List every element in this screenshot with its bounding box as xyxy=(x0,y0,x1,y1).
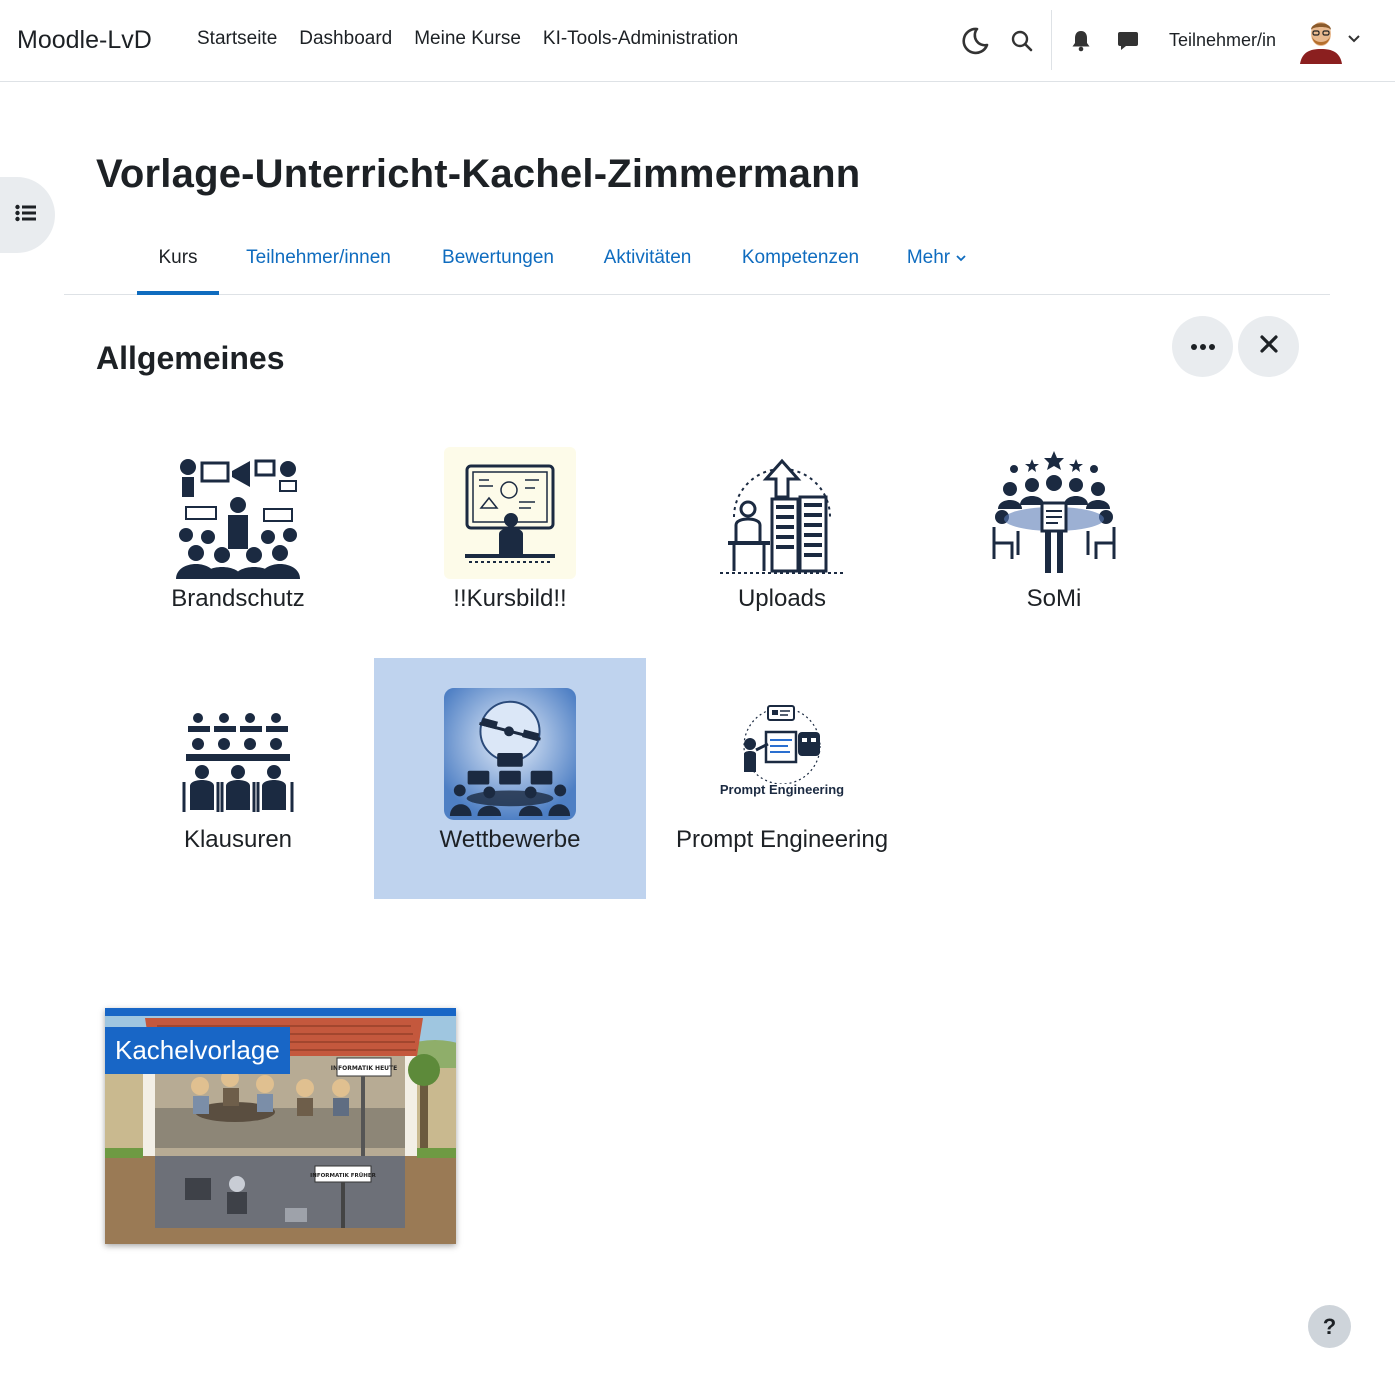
site-brand[interactable]: Moodle-LvD xyxy=(17,26,152,55)
space-competition-icon xyxy=(444,688,576,820)
notification-bell-icon[interactable] xyxy=(1064,24,1098,58)
section-close-button[interactable] xyxy=(1238,316,1299,377)
tab-bewertungen[interactable]: Bewertungen xyxy=(430,222,566,294)
audience-presentation-icon xyxy=(172,447,304,579)
page-title: Vorlage-Unterricht-Kachel-Zimmermann xyxy=(96,152,861,196)
secondary-navigation: Kurs Teilnehmer/innen Bewertungen Aktivi… xyxy=(64,222,1330,295)
tab-kompetenzen[interactable]: Kompetenzen xyxy=(729,222,872,294)
tab-kurs[interactable]: Kurs xyxy=(137,222,219,295)
ellipsis-icon xyxy=(1190,338,1216,356)
tab-mehr[interactable]: Mehr xyxy=(897,222,977,294)
navbar-divider xyxy=(1051,10,1052,70)
tile-label: Prompt Engineering xyxy=(675,826,889,853)
user-role-label: Teilnehmer/in xyxy=(1169,30,1277,50)
nav-link-meine-kurse[interactable]: Meine Kurse xyxy=(403,28,532,50)
tile-label: Brandschutz xyxy=(171,585,305,612)
tab-mehr-label: Mehr xyxy=(906,247,951,268)
tile-label: !!Kursbild!! xyxy=(453,585,567,612)
section-more-options-button[interactable] xyxy=(1172,316,1233,377)
upload-server-icon xyxy=(716,447,848,579)
tile-label: Uploads xyxy=(737,585,827,612)
sign-informatik-heute: INFORMATIK HEUTE xyxy=(331,1065,397,1072)
tile-prompt-engineering[interactable]: Prompt Engineering Prompt Engineering xyxy=(646,658,918,899)
tile-klausuren[interactable]: Klausuren xyxy=(102,658,374,899)
tile-kursbild[interactable]: !!Kursbild!! xyxy=(374,417,646,658)
tile-uploads[interactable]: Uploads xyxy=(646,417,918,658)
list-icon xyxy=(15,204,37,227)
user-avatar[interactable] xyxy=(1298,16,1344,64)
sign-informatik-frueher: INFORMATIK FRÜHER xyxy=(310,1172,376,1179)
exam-classroom-icon xyxy=(172,692,304,824)
tile-label: Klausuren xyxy=(183,826,293,853)
nav-link-dashboard[interactable]: Dashboard xyxy=(288,28,403,50)
tile-brandschutz[interactable]: Brandschutz xyxy=(102,417,374,658)
tab-teilnehmer[interactable]: Teilnehmer/innen xyxy=(232,222,405,294)
search-icon[interactable] xyxy=(1005,24,1039,58)
nav-link-startseite[interactable]: Startseite xyxy=(186,28,288,50)
help-button[interactable]: ? xyxy=(1308,1305,1351,1348)
tab-aktivitaeten[interactable]: Aktivitäten xyxy=(591,222,704,294)
prompt-engineering-image-caption: Prompt Engineering xyxy=(719,782,845,797)
tile-wettbewerbe[interactable]: Wettbewerbe xyxy=(374,658,646,899)
nav-link-ki-tools[interactable]: KI-Tools-Administration xyxy=(532,28,749,50)
prompt-engineering-icon: Prompt Engineering xyxy=(716,698,848,810)
course-card-label: Kachelvorlage xyxy=(105,1027,290,1074)
tile-somi[interactable]: SoMi xyxy=(918,417,1190,658)
tile-label: Wettbewerbe xyxy=(439,826,581,853)
course-template-card[interactable]: INFORMATIK HEUTE INFORMATIK FRÜHER Kache… xyxy=(105,1008,456,1244)
teacher-whiteboard-icon xyxy=(444,447,576,579)
top-navbar: Moodle-LvD Startseite Dashboard Meine Ku… xyxy=(0,0,1395,82)
chevron-down-icon xyxy=(955,252,967,264)
section-title: Allgemeines xyxy=(96,340,285,376)
team-meeting-icon xyxy=(988,447,1120,579)
messages-chat-icon[interactable] xyxy=(1111,24,1145,58)
close-icon xyxy=(1259,334,1279,359)
primary-navigation: Startseite Dashboard Meine Kurse KI-Tool… xyxy=(186,28,749,50)
dark-mode-moon-icon[interactable] xyxy=(958,24,992,58)
tile-label: SoMi xyxy=(1026,585,1082,612)
course-index-drawer-toggle[interactable] xyxy=(0,177,55,253)
user-menu-chevron-down-icon[interactable] xyxy=(1347,32,1361,51)
